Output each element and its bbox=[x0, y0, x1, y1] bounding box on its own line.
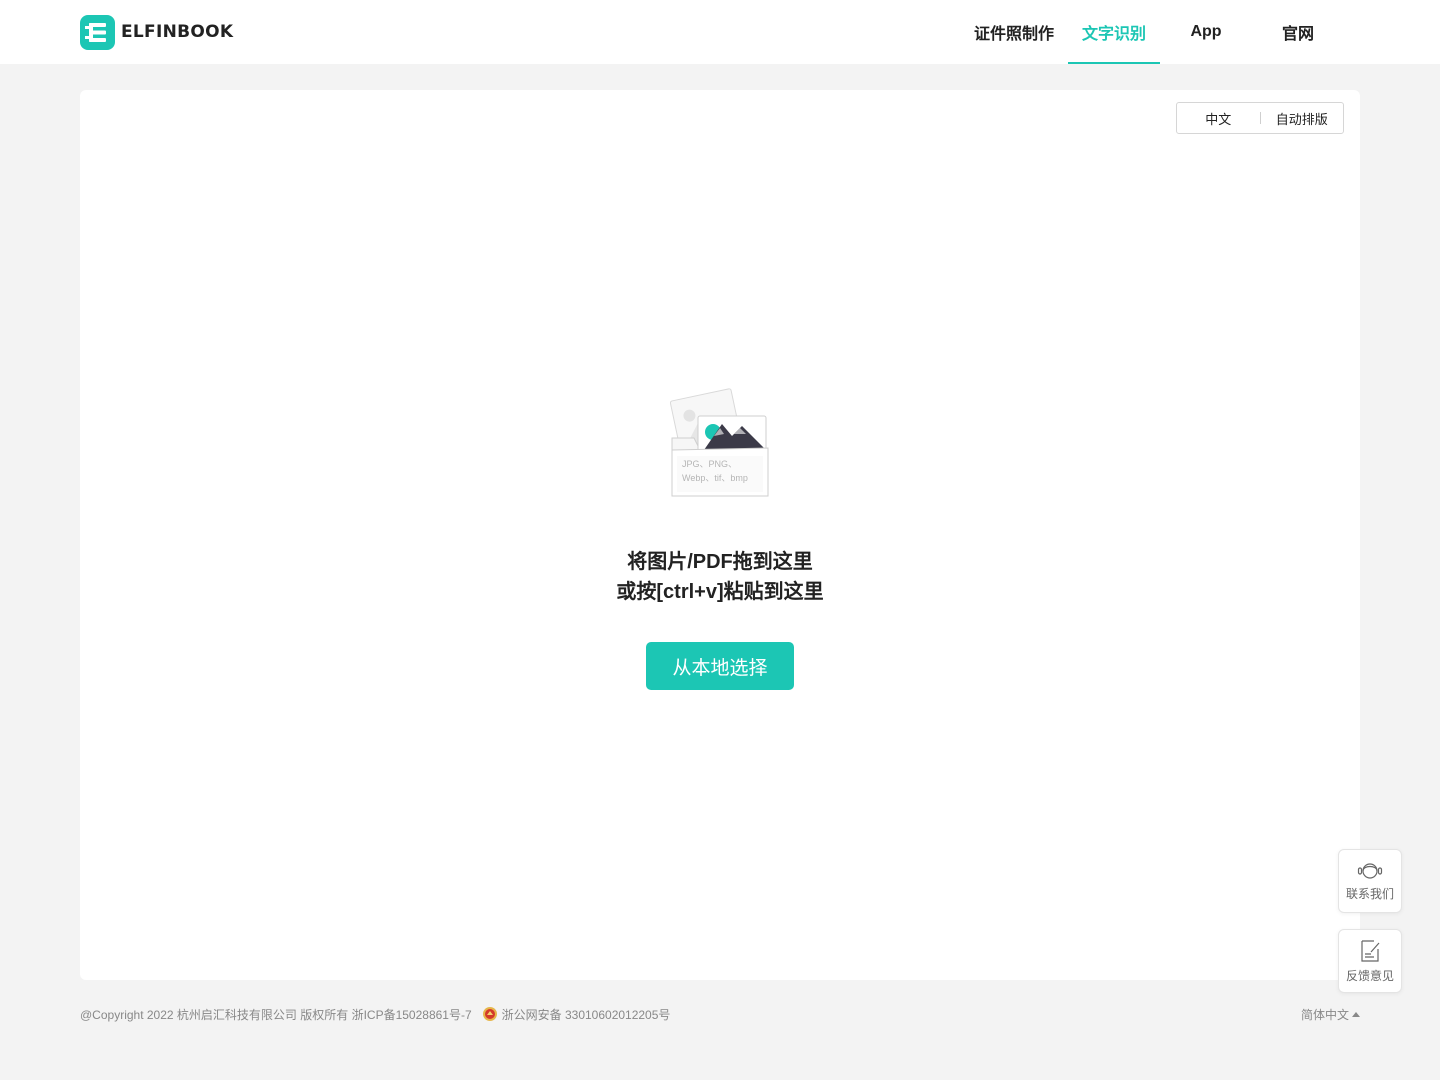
language-select[interactable]: 中文 bbox=[1177, 109, 1260, 128]
paste-instruction: 或按[ctrl+v]粘贴到这里 bbox=[616, 581, 824, 603]
police-record[interactable]: 浙公网安备 33010602012205号 bbox=[482, 1006, 671, 1023]
choose-local-file-button[interactable]: 从本地选择 bbox=[646, 642, 794, 690]
brand-logo[interactable]: ELFINBOOK bbox=[80, 14, 233, 50]
nav-item-app[interactable]: App bbox=[1160, 0, 1252, 64]
top-header: ELFINBOOK 证件照制作 文字识别 App 官网 bbox=[0, 0, 1440, 64]
nav-item-website[interactable]: 官网 bbox=[1252, 0, 1344, 64]
headset-icon bbox=[1357, 862, 1383, 879]
language-switcher-label: 简体中文 bbox=[1300, 1008, 1349, 1022]
main-nav: 证件照制作 文字识别 App 官网 bbox=[968, 0, 1344, 64]
caret-up-icon bbox=[1352, 1012, 1360, 1017]
language-switcher[interactable]: 简体中文 bbox=[1301, 1006, 1360, 1023]
police-record-text: 浙公网安备 33010602012205号 bbox=[501, 1007, 671, 1022]
layout-select[interactable]: 自动排版 bbox=[1261, 109, 1344, 128]
police-badge-icon bbox=[482, 1007, 497, 1021]
upload-card[interactable]: 中文 自动排版 JPG、PNG、 Webp、tif、bmp 将图片/PDF拖到这… bbox=[80, 90, 1360, 980]
options-bar: 中文 自动排版 bbox=[1176, 102, 1344, 134]
nav-item-ocr[interactable]: 文字识别 bbox=[1068, 0, 1160, 64]
feedback-edit-icon bbox=[1361, 939, 1380, 962]
formats-line-2: Webp、tif、bmp bbox=[682, 473, 748, 483]
feedback-label: 反馈意见 bbox=[1345, 968, 1394, 983]
brand-name: ELFINBOOK bbox=[121, 22, 234, 42]
elfinbook-logo-icon bbox=[80, 14, 115, 50]
feedback-button[interactable]: 反馈意见 bbox=[1338, 929, 1402, 993]
drop-instruction: 将图片/PDF拖到这里 bbox=[627, 551, 813, 573]
nav-item-id-photo[interactable]: 证件照制作 bbox=[968, 0, 1060, 64]
copyright-text[interactable]: @Copyright 2022 杭州启汇科技有限公司 版权所有 浙ICP备150… bbox=[80, 1006, 472, 1023]
file-upload-illustration: JPG、PNG、 Webp、tif、bmp bbox=[669, 386, 770, 498]
page-footer: @Copyright 2022 杭州启汇科技有限公司 版权所有 浙ICP备150… bbox=[80, 1006, 1360, 1022]
contact-us-button[interactable]: 联系我们 bbox=[1338, 849, 1402, 913]
contact-us-label: 联系我们 bbox=[1345, 886, 1394, 901]
formats-line-1: JPG、PNG、 bbox=[682, 459, 737, 469]
